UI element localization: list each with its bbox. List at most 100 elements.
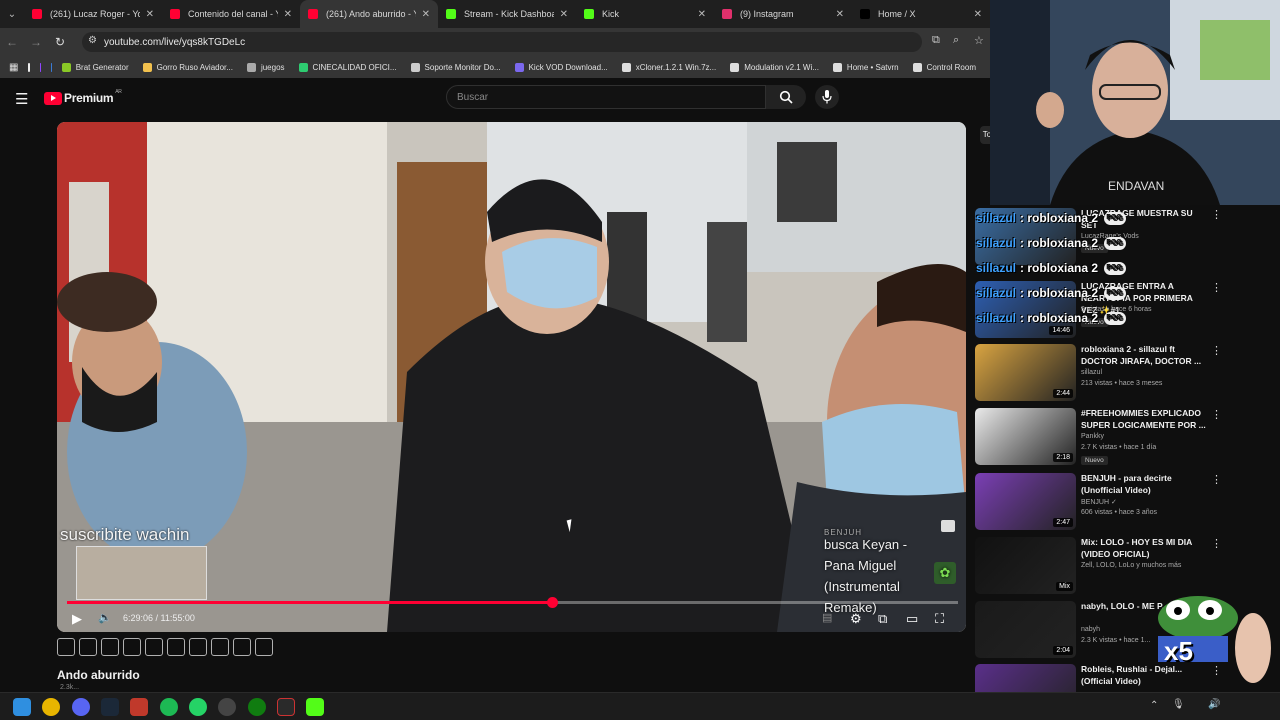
screenshot-icon[interactable]: [233, 638, 251, 656]
bookmark-item[interactable]: Modulation v2.1 Wi...: [730, 62, 819, 72]
fullscreen-icon[interactable]: ⛶: [935, 611, 944, 627]
browser-tab[interactable]: Stream - Kick Dashboard ✕: [438, 0, 576, 28]
settings-gear-icon[interactable]: ⚙: [850, 611, 862, 627]
reload-icon[interactable]: ↻: [48, 35, 72, 49]
bookmark-star-icon[interactable]: ☆: [974, 34, 984, 47]
whatsapp-icon[interactable]: [189, 698, 207, 716]
bookmark-item[interactable]: CINECALIDAD OFICI...: [298, 62, 397, 72]
steam-icon[interactable]: [101, 698, 119, 716]
browser-tab[interactable]: Kick ✕: [576, 0, 714, 28]
video-thumbnail[interactable]: [975, 664, 1076, 692]
xbox-icon[interactable]: [248, 698, 266, 716]
more-options-icon[interactable]: ⋮: [1211, 473, 1222, 486]
picture-in-picture-icon[interactable]: [145, 638, 163, 656]
volume-icon[interactable]: 🔈: [98, 611, 112, 624]
bookmark-item[interactable]: Brat Generator: [61, 62, 129, 72]
extension-settings-icon[interactable]: [255, 638, 273, 656]
more-options-icon[interactable]: ⋮: [1211, 537, 1222, 550]
tab-close-icon[interactable]: ✕: [836, 9, 844, 20]
video-thumbnail[interactable]: 2:18: [975, 408, 1076, 465]
miniplayer-icon[interactable]: ⧉: [878, 611, 887, 627]
zoom-icon[interactable]: ⌕: [953, 34, 959, 47]
site-info-icon[interactable]: ⚙: [88, 35, 97, 46]
recommended-video[interactable]: 2:47 BENJUH - para decirte (Unofficial Vi…: [975, 473, 1275, 533]
video-thumbnail[interactable]: 2:04: [975, 601, 1076, 658]
bookmark-icon[interactable]: [50, 62, 52, 72]
video-thumbnail[interactable]: 2:44: [975, 344, 1076, 401]
radio-icon[interactable]: [79, 638, 97, 656]
tab-close-icon[interactable]: ✕: [422, 9, 430, 20]
recommended-video[interactable]: 2:18 #FREEHOMMIES EXPLICADO SUPER LOGICAM…: [975, 408, 1275, 468]
video-title[interactable]: #FREEHOMMIES EXPLICADO SUPER LOGICAMENTE…: [1081, 407, 1211, 431]
kick-icon[interactable]: [306, 698, 324, 716]
epic-games-icon[interactable]: [277, 698, 295, 716]
windows-start-icon[interactable]: [13, 698, 31, 716]
more-options-icon[interactable]: ⋮: [1211, 344, 1222, 357]
chat-username: sillazul: [976, 261, 1017, 275]
bookmark-item[interactable]: Kick VOD Download...: [514, 62, 608, 72]
progress-scrubber-handle[interactable]: [546, 597, 558, 608]
tab-close-icon[interactable]: ✕: [146, 9, 154, 20]
video-title[interactable]: BENJUH - para decirte (Unofficial Video): [1081, 472, 1211, 496]
channel-name[interactable]: Pankky: [1081, 433, 1104, 440]
forward-arrow-icon[interactable]: →: [24, 35, 48, 49]
search-input[interactable]: Buscar: [446, 85, 766, 109]
tab-search-chevron-icon[interactable]: ⌄: [0, 9, 24, 20]
more-options-icon[interactable]: ⋮: [1211, 408, 1222, 421]
app-icon[interactable]: [130, 698, 148, 716]
video-thumbnail[interactable]: 2:47: [975, 473, 1076, 530]
bookmark-item[interactable]: Home • Satvrn: [832, 62, 899, 72]
video-title[interactable]: robloxiana 2 - sillazul ft DOCTOR JIRAFA…: [1081, 343, 1211, 367]
bookmark-item[interactable]: Gorro Ruso Aviador...: [142, 62, 233, 72]
channel-name[interactable]: BENJUH ✓: [1081, 498, 1117, 506]
install-app-icon[interactable]: ⧉: [932, 34, 940, 47]
bookmark-item[interactable]: Control Room: [912, 62, 976, 72]
recommended-video[interactable]: 2:44 robloxiana 2 - sillazul ft DOCTOR JI…: [975, 344, 1275, 404]
browser-tab[interactable]: (9) Instagram ✕: [714, 0, 852, 28]
microphone-tray-icon[interactable]: 🎙: [1172, 699, 1185, 710]
subtitles-icon[interactable]: ▤: [822, 611, 832, 624]
video-player[interactable]: suscribite wachin BENJUH busca Keyan - P…: [57, 122, 966, 632]
tab-close-icon[interactable]: ✕: [698, 9, 706, 20]
browser-tab[interactable]: Home / X ✕: [852, 0, 990, 28]
play-icon[interactable]: ▶: [72, 611, 82, 627]
address-bar[interactable]: ⚙ youtube.com/live/yqs8kTGDeLc: [82, 32, 922, 52]
tray-chevron-icon[interactable]: ⌃: [1150, 700, 1158, 711]
progress-bar[interactable]: [67, 597, 958, 608]
tab-close-icon[interactable]: ✕: [974, 9, 982, 20]
endcard-thumbnail[interactable]: [76, 546, 207, 600]
browser-tab[interactable]: Contenido del canal - YouTube ✕: [162, 0, 300, 28]
search-button[interactable]: [766, 85, 806, 109]
gmail-icon[interactable]: [28, 62, 30, 72]
video-thumbnail[interactable]: Mix: [975, 537, 1076, 594]
obs-icon[interactable]: [218, 698, 236, 716]
speed-icon[interactable]: [189, 638, 207, 656]
clip-icon[interactable]: [123, 638, 141, 656]
bookmark-item[interactable]: Soporte Monitor Do...: [410, 62, 501, 72]
hamburger-menu-icon[interactable]: ☰: [15, 90, 28, 108]
back-arrow-icon[interactable]: ←: [0, 35, 24, 49]
voice-search-button[interactable]: [815, 85, 839, 109]
frame-icon[interactable]: [167, 638, 185, 656]
channel-name[interactable]: nabyh: [1081, 626, 1100, 633]
video-title[interactable]: Mix: LOLO - HOY ES MI DIA (VIDEO OFICIAL…: [1081, 536, 1211, 560]
youtube-premium-logo[interactable]: Premium AR: [44, 89, 122, 105]
loop-icon[interactable]: [57, 638, 75, 656]
theater-mode-icon[interactable]: ▭: [906, 611, 918, 627]
channel-name[interactable]: Zell, LOLO, LoLo y muchos más: [1081, 562, 1181, 569]
browser-tab[interactable]: (261) Ando aburrido - YouTube ✕: [300, 0, 438, 28]
channel-name[interactable]: sillazul: [1081, 369, 1102, 376]
playlist-icon[interactable]: [101, 638, 119, 656]
bookmark-item[interactable]: xCloner.1.2.1 Win.7z...: [621, 62, 716, 72]
volume-tray-icon[interactable]: 🔊: [1208, 699, 1220, 710]
discord-icon[interactable]: [72, 698, 90, 716]
browser-tab[interactable]: (261) Lucaz Roger - YouTube ✕: [24, 0, 162, 28]
chrome-icon[interactable]: [42, 698, 60, 716]
apps-grid-icon[interactable]: ▦: [9, 62, 18, 73]
tab-close-icon[interactable]: ✕: [560, 9, 568, 20]
tab-close-icon[interactable]: ✕: [284, 9, 292, 20]
twitch-icon[interactable]: [39, 62, 41, 72]
expand-icon[interactable]: [211, 638, 229, 656]
bookmark-item[interactable]: juegos: [246, 62, 285, 72]
spotify-icon[interactable]: [160, 698, 178, 716]
